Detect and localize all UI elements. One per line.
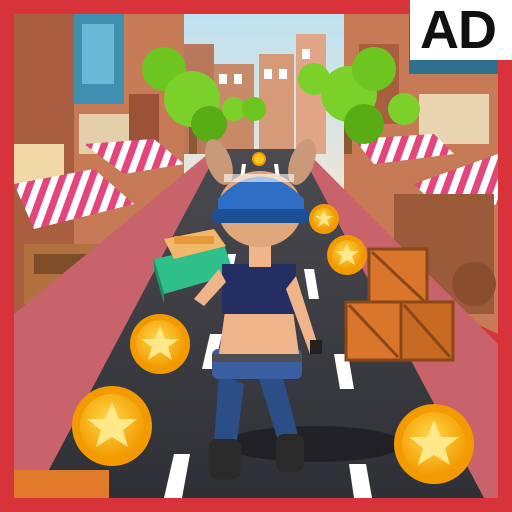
game-scene[interactable] xyxy=(14,14,498,498)
coin xyxy=(309,204,339,234)
coin xyxy=(394,404,474,484)
ad-badge: AD xyxy=(410,0,512,60)
barrel xyxy=(452,262,496,306)
coin xyxy=(130,314,190,374)
foreground-step xyxy=(14,470,109,498)
player-shadow xyxy=(224,426,404,462)
coin xyxy=(252,152,266,166)
ad-frame: AD xyxy=(0,0,512,512)
game-scene-art xyxy=(14,14,498,498)
ad-label: AD xyxy=(420,0,497,60)
coin xyxy=(327,235,367,275)
coin xyxy=(72,386,152,466)
